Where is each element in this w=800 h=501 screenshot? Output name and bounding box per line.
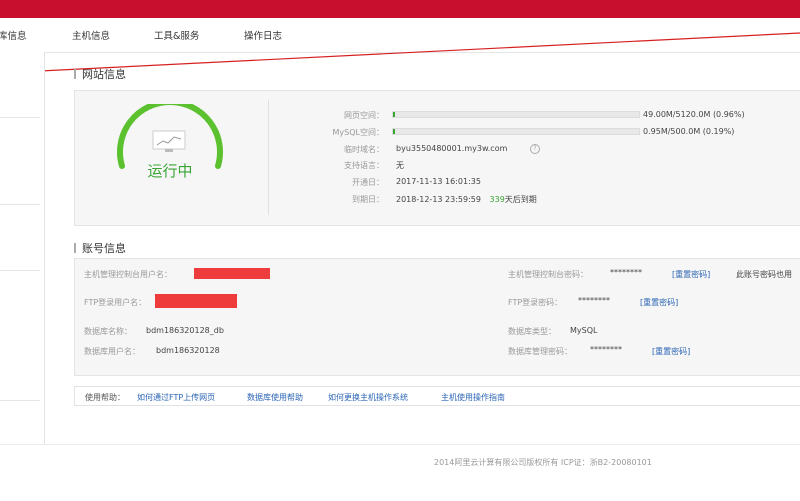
nav-tab-db-info[interactable]: 库信息 [0,28,27,42]
temp-domain-value[interactable]: byu3550480001.my3w.com [396,144,507,153]
db-password-label: 数据库管理密码： [508,347,572,356]
mysql-space-progress [392,128,640,135]
reset-host-password-link[interactable]: [重置密码] [672,269,710,280]
db-type-label: 数据库类型： [508,327,556,336]
copyright-text: 2014阿里云计算有限公司版权所有 ICP证：浙B2-20080101 [434,458,652,467]
db-username-label: 数据库用户名： [84,347,140,356]
web-space-progress-fill [393,112,396,117]
web-space-progress [392,111,640,118]
host-password-label: 主机管理控制台密码： [508,270,588,279]
panel-divider [268,100,269,215]
reset-ftp-password-link[interactable]: [重置密码] [640,297,678,308]
web-space-label: 网页空间： [344,111,384,120]
days-left-text: 天后到期 [504,195,537,204]
language-value: 无 [396,161,404,170]
run-status-text: 运行中 [147,162,193,180]
site-info-title: 网站信息 [74,66,126,82]
expire-date-value: 2018-12-13 23:59:59 339天后到期 [396,194,537,205]
nav-tab-host-info[interactable]: 主机信息 [72,28,110,42]
host-password-note: 此账号密码也用 [736,270,792,279]
brand-bar [0,0,800,18]
mysql-space-label: MySQL空间： [332,128,384,137]
nav-tab-tools-services[interactable]: 工具&服务 [154,28,199,42]
help-link-change-os[interactable]: 如何更换主机操作系统 [328,392,408,403]
ftp-password-label: FTP登录密码： [508,298,563,307]
host-password-value: ******** [610,268,642,277]
help-label: 使用帮助： [85,393,125,402]
footer: 2014阿里云计算有限公司版权所有 ICP证：浙B2-20080101 [0,444,800,501]
nav-tab-operation-log[interactable]: 操作日志 [244,28,282,42]
account-info-title: 账号信息 [74,240,126,256]
open-date-label: 开通日： [352,178,384,187]
sidebar-divider [0,270,40,271]
days-left-count: 339 [489,195,505,204]
expire-date-text: 2018-12-13 23:59:59 [396,195,481,204]
temp-domain-label: 临时域名： [344,145,384,154]
redacted-host-username [194,268,270,279]
db-name-label: 数据库名称： [84,327,132,336]
redacted-ftp-username [155,294,237,308]
web-space-value: 49.00M/5120.0M (0.96%) [643,110,745,119]
language-label: 支持语言： [344,161,384,170]
mysql-space-progress-fill [393,129,395,134]
open-date-value: 2017-11-13 16:01:35 [396,177,481,186]
db-password-value: ******** [590,345,622,354]
top-nav: 库信息 主机信息 工具&服务 操作日志 [0,18,800,53]
ftp-username-label: FTP登录用户名： [84,298,147,307]
ftp-password-value: ******** [578,296,610,305]
help-link-database[interactable]: 数据库使用帮助 [247,392,303,403]
chart-monitor-icon [152,130,186,154]
help-bar: 使用帮助： 如何通过FTP上传网页 数据库使用帮助 如何更换主机操作系统 主机使… [74,386,800,406]
host-username-label: 主机管理控制台用户名： [84,270,172,279]
db-name-value: bdm186320128_db [146,326,224,335]
db-username-value: bdm186320128 [156,346,220,355]
help-circle-icon[interactable]: ? [530,144,540,154]
db-type-value: MySQL [570,326,598,335]
help-link-ftp-upload[interactable]: 如何通过FTP上传网页 [137,392,215,403]
sidebar-divider [0,117,40,118]
expire-date-label: 到期日： [352,195,384,204]
mysql-space-value: 0.95M/500.0M (0.19%) [643,127,735,136]
status-gauge: 运行中 [110,99,230,194]
sidebar [0,52,45,444]
sidebar-divider [0,204,40,205]
reset-db-password-link[interactable]: [重置密码] [652,346,690,357]
help-link-host-guide[interactable]: 主机使用操作指南 [441,392,505,403]
sidebar-divider [0,400,40,401]
